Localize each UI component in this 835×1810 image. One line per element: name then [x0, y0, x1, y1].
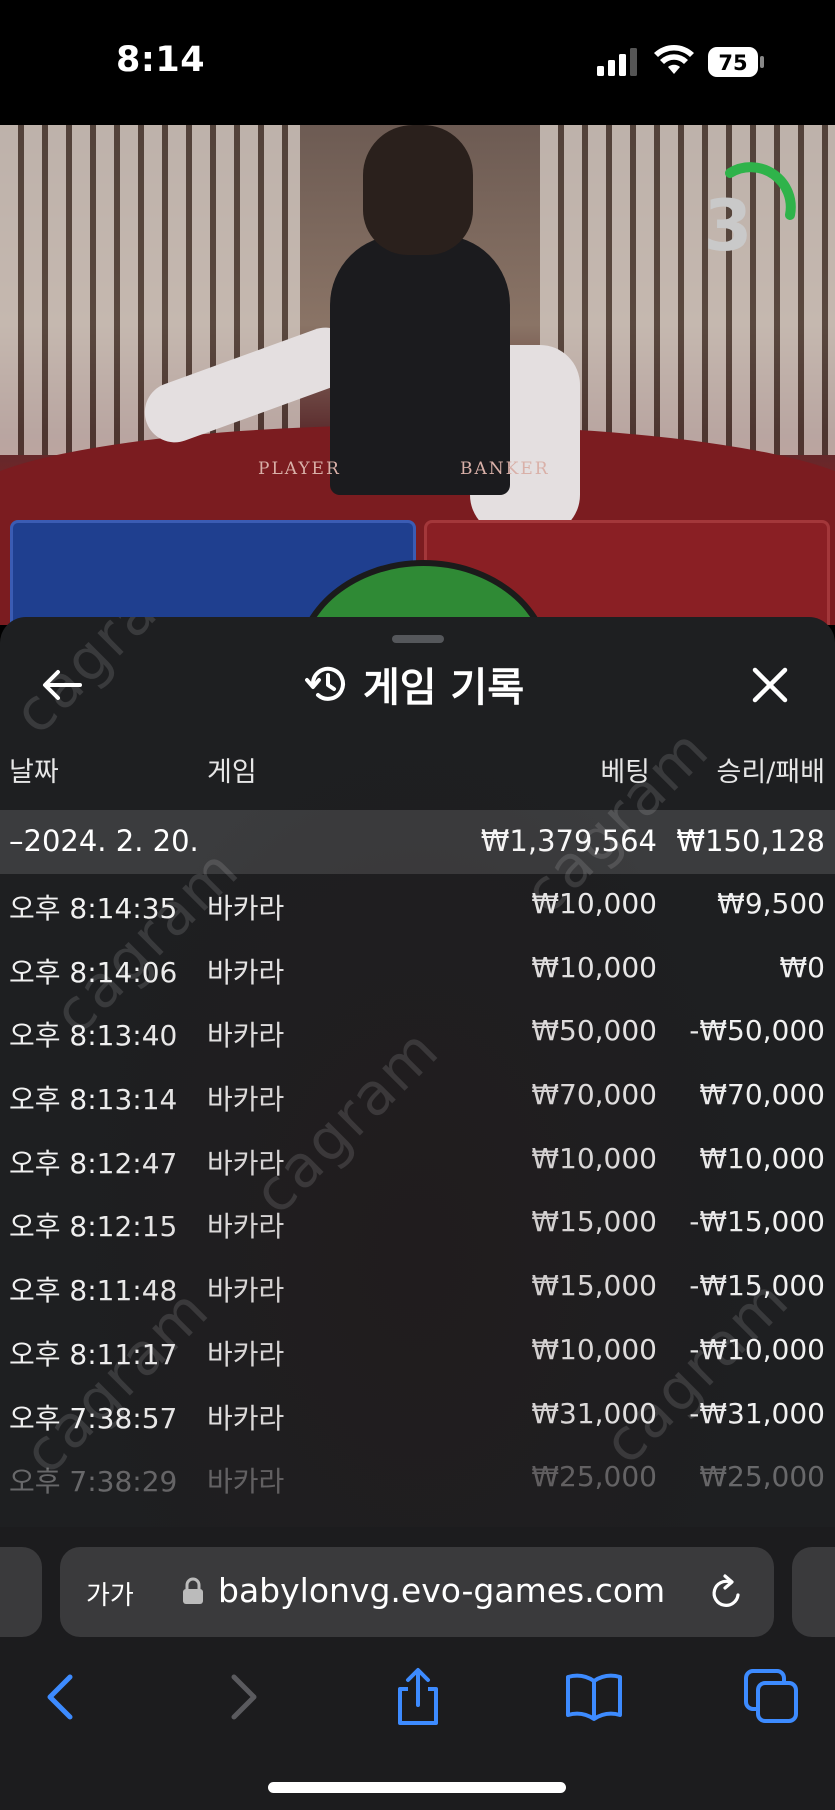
game-history-panel: 게임 기록 날짜 게임 베팅 승리/패배 –2024. 2. 20. ₩1,37…: [0, 617, 835, 1527]
row-game: 바카라: [207, 1465, 285, 1499]
history-row[interactable]: 오후 8:13:40 바카라 ₩50,000 -₩50,000: [0, 1002, 835, 1066]
bookmarks-icon[interactable]: [564, 1667, 624, 1727]
row-win-loss: -₩15,000: [689, 1205, 825, 1239]
row-win-loss: ₩9,500: [717, 887, 825, 920]
row-bet: ₩15,000: [531, 1269, 657, 1303]
row-time: 오후 8:14:06: [9, 955, 178, 989]
home-indicator[interactable]: [268, 1782, 566, 1793]
row-game: 바카라: [207, 1210, 285, 1244]
row-bet: ₩10,000: [531, 887, 657, 920]
address-bar[interactable]: 가가 babylonvg.evo-games.com: [60, 1547, 774, 1637]
tabs-icon[interactable]: [742, 1667, 802, 1727]
back-arrow-icon[interactable]: [40, 663, 84, 707]
status-bar: 8:14 75: [0, 0, 835, 125]
row-win-loss: -₩50,000: [689, 1014, 825, 1048]
dealer-head: [363, 125, 473, 255]
row-game: 바카라: [207, 1337, 285, 1371]
history-row[interactable]: 오후 8:14:35 바카라 ₩10,000 ₩9,500: [0, 875, 835, 939]
countdown-timer: 3: [703, 185, 753, 267]
dealer: [330, 235, 510, 495]
row-win-loss: -₩31,000: [689, 1396, 825, 1430]
row-time: 오후 8:13:40: [9, 1019, 178, 1053]
battery-icon: 75: [708, 47, 764, 77]
history-row[interactable]: 오후 7:38:57 바카라 ₩31,000 -₩31,000: [0, 1385, 835, 1449]
panel-title-text: 게임 기록: [363, 665, 525, 711]
column-date: 날짜: [9, 757, 59, 788]
row-game: 바카라: [207, 1274, 285, 1308]
row-win-loss: -₩15,000: [689, 1269, 825, 1303]
day-date: –2024. 2. 20.: [9, 824, 199, 858]
row-game: 바카라: [207, 1019, 285, 1053]
history-row[interactable]: 오후 8:12:15 바카라 ₩15,000 -₩15,000: [0, 1193, 835, 1257]
forward-icon[interactable]: [212, 1667, 272, 1727]
row-bet: ₩25,000: [531, 1460, 657, 1494]
row-win-loss: ₩70,000: [699, 1078, 825, 1112]
history-list: 오후 8:14:35 바카라 ₩10,000 ₩9,500 오후 8:14:06 바카라 ₩…: [0, 875, 835, 1512]
close-icon[interactable]: [750, 665, 790, 705]
history-row[interactable]: 오후 8:11:17 바카라 ₩10,000 -₩10,000: [0, 1321, 835, 1385]
row-bet: ₩70,000: [531, 1078, 657, 1112]
row-win-loss: ₩0: [779, 950, 826, 984]
lock-icon: [183, 1577, 203, 1604]
back-icon[interactable]: [32, 1667, 92, 1727]
table-banker-label: BANKER: [460, 459, 550, 479]
history-icon: [305, 666, 345, 701]
column-game: 게임: [207, 757, 257, 788]
row-bet: ₩10,000: [531, 1141, 657, 1175]
table-header: 날짜 게임 베팅 승리/패배: [0, 750, 835, 794]
row-time: 오후 7:38:29: [9, 1465, 178, 1499]
row-time: 오후 8:11:48: [9, 1274, 178, 1308]
row-time: 오후 8:14:35: [9, 892, 178, 925]
previous-tab-preview[interactable]: [0, 1547, 42, 1637]
history-row[interactable]: 오후 7:38:29 바카라 ₩25,000 ₩25,000: [0, 1448, 835, 1512]
row-game: 바카라: [207, 955, 285, 989]
day-bet-total: ₩1,379,564: [480, 824, 657, 858]
row-game: 바카라: [207, 1083, 285, 1117]
text-size-button[interactable]: 가가: [86, 1575, 134, 1612]
row-game: 바카라: [207, 1146, 285, 1180]
day-win-loss-total: ₩150,128: [676, 824, 825, 858]
table-player-label: PLAYER: [258, 459, 341, 479]
row-bet: ₩31,000: [531, 1396, 657, 1430]
row-time: 오후 8:12:15: [9, 1210, 178, 1244]
column-win-loss: 승리/패배: [716, 757, 825, 788]
history-row[interactable]: 오후 8:14:06 바카라 ₩10,000 ₩0: [0, 939, 835, 1003]
row-time: 오후 8:11:17: [9, 1337, 178, 1371]
row-game: 바카라: [207, 892, 285, 925]
watermark: cagram: [0, 617, 213, 748]
column-bet: 베팅: [600, 757, 650, 788]
row-bet: ₩15,000: [531, 1205, 657, 1239]
share-icon[interactable]: [388, 1667, 448, 1727]
row-time: 오후 7:38:57: [9, 1401, 178, 1435]
browser-toolbar: 가가 babylonvg.evo-games.com: [0, 1527, 835, 1810]
row-bet: ₩10,000: [531, 950, 657, 984]
row-win-loss: -₩10,000: [689, 1332, 825, 1366]
row-time: 오후 8:13:14: [9, 1083, 178, 1117]
reload-icon[interactable]: [708, 1573, 744, 1611]
battery-level: 75: [718, 51, 747, 75]
live-video[interactable]: PLAYER BANKER 3: [0, 125, 835, 625]
row-win-loss: ₩10,000: [699, 1141, 825, 1175]
next-tab-preview[interactable]: [792, 1547, 835, 1637]
row-time: 오후 8:12:47: [9, 1146, 178, 1180]
row-game: 바카라: [207, 1401, 285, 1435]
row-bet: ₩50,000: [531, 1014, 657, 1048]
history-row[interactable]: 오후 8:12:47 바카라 ₩10,000 ₩10,000: [0, 1130, 835, 1194]
row-win-loss: ₩25,000: [699, 1460, 825, 1494]
url-text[interactable]: babylonvg.evo-games.com: [218, 1571, 665, 1610]
panel-title: 게임 기록: [305, 659, 524, 711]
history-row[interactable]: 오후 8:11:48 바카라 ₩15,000 -₩15,000: [0, 1257, 835, 1321]
row-bet: ₩10,000: [531, 1332, 657, 1366]
history-row[interactable]: 오후 8:13:14 바카라 ₩70,000 ₩70,000: [0, 1066, 835, 1130]
day-summary-row[interactable]: –2024. 2. 20. ₩1,379,564 ₩150,128: [0, 810, 835, 874]
wifi-icon: [654, 45, 694, 74]
drag-handle[interactable]: [392, 635, 444, 643]
status-time: 8:14: [116, 40, 206, 80]
signal-icon: [597, 48, 637, 76]
